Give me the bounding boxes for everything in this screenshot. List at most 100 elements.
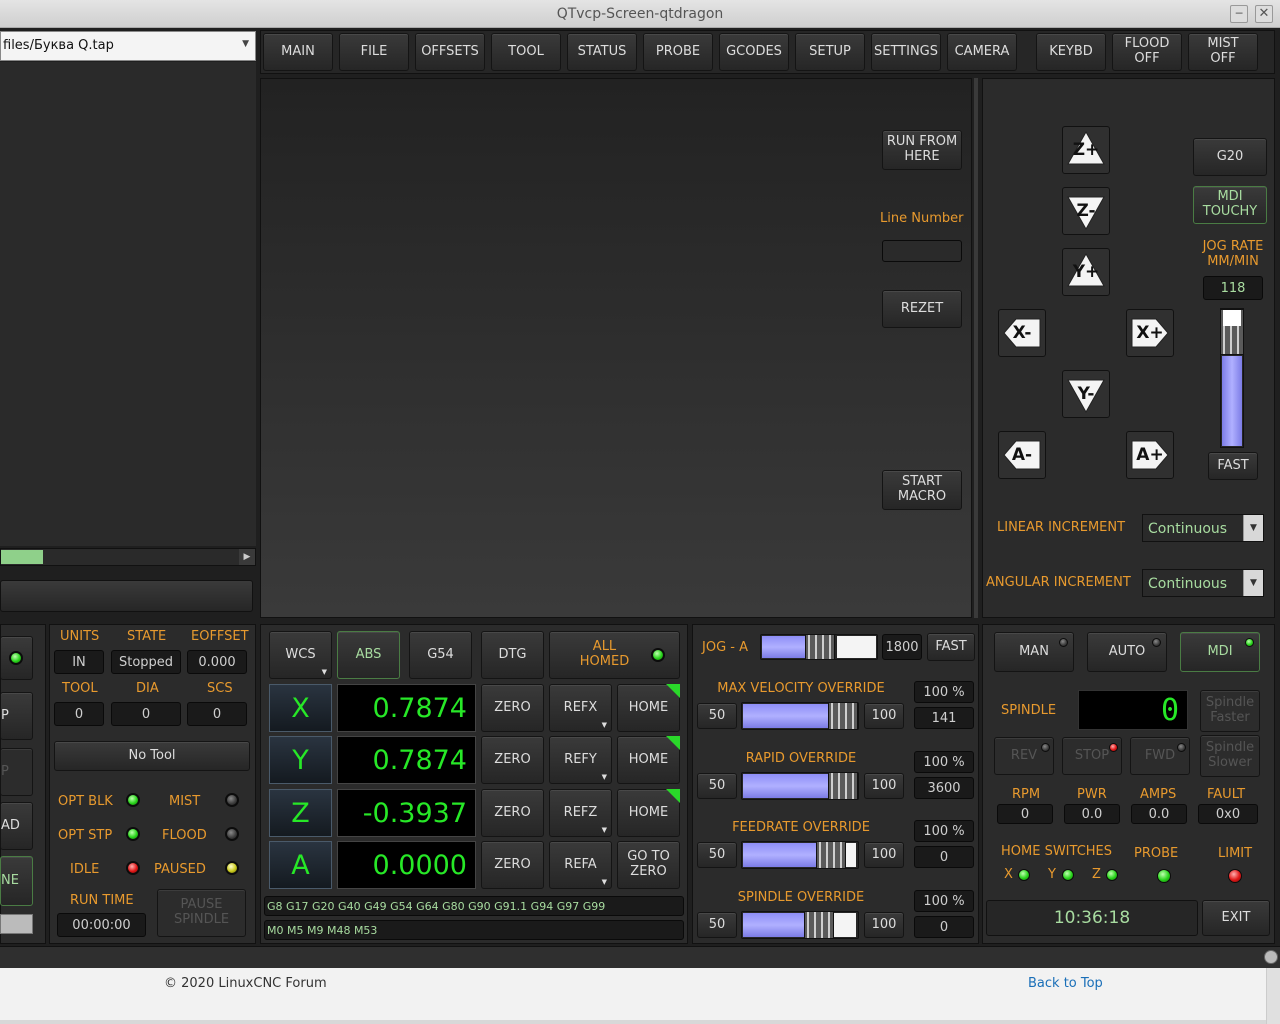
scrollbar-thumb[interactable] [1,550,43,564]
max-velocity-override-handle[interactable] [828,702,858,730]
jog-rate-slider[interactable] [1220,308,1244,448]
ref-y-button[interactable]: REFY ▼ [549,736,612,784]
jog-a-minus-button[interactable]: A- [998,431,1046,479]
jog-x-plus-button[interactable]: X+ [1126,309,1174,357]
spindle-override-min-button[interactable]: 50 [697,912,737,938]
jog-y-minus-button[interactable]: Y- [1062,370,1110,418]
jog-a-fast-button[interactable]: FAST [927,633,975,661]
left-button-2[interactable]: P [0,692,33,740]
rapid-override-handle[interactable] [828,772,858,800]
g54-button[interactable]: G54 [409,631,472,679]
page-scrollbar[interactable] [1266,968,1280,1024]
spindle-override-slider[interactable] [741,911,859,939]
jog-x-minus-button[interactable]: X- [998,309,1046,357]
rapid-override-min-button[interactable]: 50 [697,773,737,799]
flood-toggle-button[interactable]: FLOOD OFF [1112,33,1182,71]
chevron-down-icon[interactable]: ▼ [1243,570,1263,596]
jog-y-plus-button[interactable]: Y+ [1062,248,1110,296]
ref-z-button[interactable]: REFZ ▼ [549,789,612,837]
chevron-down-icon[interactable]: ▼ [1243,515,1263,541]
max-velocity-override-min-button[interactable]: 50 [697,703,737,729]
linear-increment-combo[interactable]: Continuous ▼ [1142,514,1264,542]
jog-z-minus-button[interactable]: Z- [1062,187,1110,235]
file-combo[interactable]: files/Буква Q.tap ▼ [0,31,256,61]
rezet-button[interactable]: REZET [882,290,962,328]
ref-x-button[interactable]: REFX ▼ [549,684,612,732]
file-action-bar[interactable] [0,580,253,612]
resize-grip-icon[interactable] [1264,950,1278,964]
start-macro-button[interactable]: START MACRO [882,470,962,510]
ref-a-button[interactable]: REFA ▼ [549,841,612,889]
max-velocity-override-slider[interactable] [741,702,859,730]
mdi-mode-button[interactable]: MDI [1180,632,1260,672]
jog-rate-handle[interactable] [1220,309,1244,355]
go-to-zero-button[interactable]: GO TO ZERO [617,841,680,889]
chevron-down-icon[interactable]: ▼ [242,39,249,49]
left-button-4[interactable]: AD [0,802,33,850]
scroll-right-icon[interactable]: ▶ [239,549,255,565]
pause-spindle-button[interactable]: PAUSE SPINDLE [157,889,246,937]
dtg-button[interactable]: DTG [481,631,544,679]
gcode-viewer[interactable] [260,78,972,618]
spindle-override-handle[interactable] [804,911,834,939]
all-homed-button[interactable]: ALL HOMED [549,631,680,679]
abs-button[interactable]: ABS [337,631,400,679]
mdi-touchy-button[interactable]: MDI TOUCHY [1193,186,1267,224]
mist-toggle-button[interactable]: MIST OFF [1188,33,1258,71]
angular-increment-combo[interactable]: Continuous ▼ [1142,569,1264,597]
zero-x-button[interactable]: ZERO [481,684,544,732]
feedrate-override-max-button[interactable]: 100 [864,842,904,868]
spindle-stop-button[interactable]: STOP [1062,737,1122,775]
spindle-rev-button[interactable]: REV [994,737,1054,775]
tab-gcodes[interactable]: GCODES [719,33,789,71]
jog-a-handle[interactable] [805,634,835,660]
spindle-slower-button[interactable]: Spindle Slower [1200,735,1260,777]
jog-a-plus-button[interactable]: A+ [1126,431,1174,479]
spindle-faster-button[interactable]: Spindle Faster [1200,690,1260,732]
left-button-3[interactable]: P [0,748,33,796]
tab-tool[interactable]: TOOL [491,33,561,71]
spindle-slower-label-2: Slower [1208,755,1252,770]
jog-fast-button[interactable]: FAST [1208,452,1258,480]
tab-camera[interactable]: CAMERA [947,33,1017,71]
left-button-5[interactable]: NE [0,856,33,906]
horizontal-scrollbar[interactable]: ▶ [0,548,256,566]
zero-y-button[interactable]: ZERO [481,736,544,784]
g20-button[interactable]: G20 [1193,138,1267,176]
home-y-button[interactable]: HOME [617,736,680,784]
line-number-input[interactable] [882,240,962,262]
tool-name-button[interactable]: No Tool [54,741,250,771]
back-to-top-link[interactable]: Back to Top [1028,976,1103,991]
rapid-override-max-button[interactable]: 100 [864,773,904,799]
rapid-override-slider[interactable] [741,772,859,800]
close-button[interactable]: ✕ [1255,5,1273,23]
max-velocity-override-max-button[interactable]: 100 [864,703,904,729]
zero-z-button[interactable]: ZERO [481,789,544,837]
man-mode-button[interactable]: MAN [994,632,1074,672]
axis-a-label: A [269,841,332,889]
minimize-button[interactable]: ─ [1230,5,1248,23]
tab-status[interactable]: STATUS [567,33,637,71]
jog-a-slider[interactable] [760,634,878,660]
feedrate-override-slider[interactable] [741,841,859,869]
feedrate-override-handle[interactable] [816,841,846,869]
run-from-here-button[interactable]: RUN FROM HERE [882,130,962,170]
tab-file[interactable]: FILE [339,33,409,71]
tab-settings[interactable]: SETTINGS [871,33,941,71]
zero-a-button[interactable]: ZERO [481,841,544,889]
feedrate-override-min-button[interactable]: 50 [697,842,737,868]
tab-setup[interactable]: SETUP [795,33,865,71]
spindle-fwd-button[interactable]: FWD [1130,737,1190,775]
home-x-button[interactable]: HOME [617,684,680,732]
spindle-override-max-button[interactable]: 100 [864,912,904,938]
tab-offsets[interactable]: OFFSETS [415,33,485,71]
tab-keybd[interactable]: KEYBD [1036,33,1106,71]
exit-button[interactable]: EXIT [1202,900,1270,936]
jog-z-plus-button[interactable]: Z+ [1062,126,1110,174]
wcs-button[interactable]: WCS ▼ [269,631,332,679]
home-z-button[interactable]: HOME [617,789,680,837]
left-toggle-button[interactable] [0,636,33,680]
auto-mode-button[interactable]: AUTO [1087,632,1167,672]
tab-main[interactable]: MAIN [263,33,333,71]
tab-probe[interactable]: PROBE [643,33,713,71]
